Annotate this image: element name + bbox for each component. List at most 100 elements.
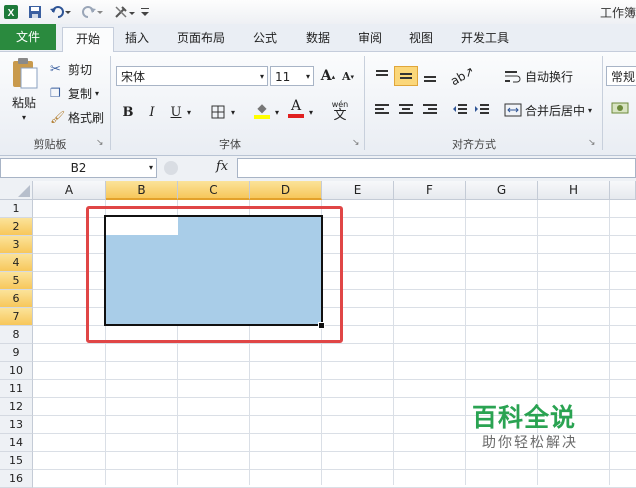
redo-icon[interactable] <box>80 3 104 21</box>
column-header-g[interactable]: G <box>466 181 538 200</box>
align-bottom-button[interactable] <box>420 66 440 86</box>
dialog-launcher-icon[interactable]: ↘ <box>588 138 596 148</box>
fill-color-button[interactable]: ◆ <box>252 100 272 120</box>
row-header-14[interactable]: 14 <box>0 434 33 452</box>
merge-center-label: 合并后居中 <box>525 103 586 118</box>
formula-input[interactable] <box>237 158 636 178</box>
column-header-partial[interactable] <box>610 181 636 200</box>
orientation-button[interactable]: ab↗ <box>449 64 478 89</box>
align-middle-button[interactable] <box>394 66 418 86</box>
ribbon: 粘贴 ▾ ✂ 剪切 ❐ 复制 ▾ 🖌 格式刷 剪贴板 宋体 ▾ 11 ▾ A ▴ … <box>0 52 636 156</box>
underline-dropdown-icon[interactable]: ▾ <box>184 102 194 122</box>
font-grow-button[interactable]: A ▴ <box>318 66 338 86</box>
tab-developer[interactable]: 开发工具 <box>452 27 518 50</box>
row-header-15[interactable]: 15 <box>0 452 33 470</box>
currency-format-button[interactable] <box>610 98 630 118</box>
increase-indent-icon <box>475 104 489 114</box>
customize-icon[interactable] <box>140 3 150 21</box>
tools-icon[interactable] <box>112 3 136 21</box>
row-header-12[interactable]: 12 <box>0 398 33 416</box>
italic-button[interactable]: I <box>142 102 162 122</box>
row-header-5[interactable]: 5 <box>0 272 33 290</box>
row-header-4[interactable]: 4 <box>0 254 33 272</box>
dialog-launcher-icon[interactable]: ↘ <box>352 138 360 148</box>
paste-button[interactable]: 粘贴 ▾ <box>4 56 44 126</box>
watermark: 百科全说 助你轻松解决 <box>452 398 636 456</box>
row-header-8[interactable]: 8 <box>0 326 33 344</box>
copy-icon: ❐ <box>50 86 61 100</box>
tab-insert[interactable]: 插入 <box>116 27 158 50</box>
copy-button[interactable]: ❐ 复制 ▾ <box>50 84 99 102</box>
ribbon-tabs: 文件 开始 插入 页面布局 公式 数据 审阅 视图 开发工具 <box>0 24 636 52</box>
wrap-text-button[interactable]: 自动换行 <box>504 67 573 85</box>
paste-label: 粘贴 <box>11 96 36 110</box>
cut-button[interactable]: ✂ 剪切 <box>50 60 92 78</box>
tab-page-layout[interactable]: 页面布局 <box>170 27 232 50</box>
column-header-b[interactable]: B <box>106 181 178 200</box>
borders-dropdown-icon[interactable]: ▾ <box>228 102 238 122</box>
tab-home[interactable]: 开始 <box>62 27 114 52</box>
column-header-f[interactable]: F <box>394 181 466 200</box>
format-painter-button[interactable]: 🖌 格式刷 <box>50 108 104 126</box>
name-box[interactable]: B2 ▾ <box>0 158 157 178</box>
row-header-6[interactable]: 6 <box>0 290 33 308</box>
row-header-10[interactable]: 10 <box>0 362 33 380</box>
align-center-button[interactable] <box>396 100 416 120</box>
tab-file[interactable]: 文件 <box>0 24 56 50</box>
column-header-h[interactable]: H <box>538 181 610 200</box>
row-header-2[interactable]: 2 <box>0 218 33 236</box>
row-header-16[interactable]: 16 <box>0 470 33 488</box>
font-size-select[interactable]: 11 ▾ <box>270 66 314 86</box>
column-header-d[interactable]: D <box>250 181 322 200</box>
merge-center-button[interactable]: 合并后居中 ▾ <box>504 101 592 119</box>
tab-formulas[interactable]: 公式 <box>244 27 286 50</box>
row-header-13[interactable]: 13 <box>0 416 33 434</box>
column-header-c[interactable]: C <box>178 181 250 200</box>
undo-icon[interactable] <box>48 3 72 21</box>
copy-label: 复制 <box>68 86 93 101</box>
wrap-text-label: 自动换行 <box>525 69 574 84</box>
align-left-button[interactable] <box>372 100 392 120</box>
column-header-a[interactable]: A <box>33 181 106 200</box>
tab-review[interactable]: 审阅 <box>349 27 391 50</box>
tab-view[interactable]: 视图 <box>400 27 442 50</box>
dialog-launcher-icon[interactable]: ↘ <box>96 138 104 148</box>
cell-reference: B2 <box>70 161 87 175</box>
save-icon[interactable] <box>26 3 44 21</box>
align-right-button[interactable] <box>420 100 440 120</box>
row-header-11[interactable]: 11 <box>0 380 33 398</box>
clipboard-group-label: 剪贴板 <box>33 138 67 151</box>
number-format-select[interactable]: 常规 <box>606 66 636 86</box>
phonetic-char: 文 <box>333 107 347 123</box>
tab-data[interactable]: 数据 <box>297 27 339 50</box>
increase-indent-button[interactable] <box>472 100 492 120</box>
font-shrink-button[interactable]: A ▾ <box>338 66 358 86</box>
column-header-e[interactable]: E <box>322 181 394 200</box>
separator <box>110 56 111 150</box>
select-all-corner[interactable] <box>0 181 33 200</box>
phonetic-button[interactable]: wén 文 <box>328 98 352 124</box>
row-gridline <box>33 469 636 470</box>
font-color-button[interactable]: A <box>286 98 306 118</box>
row-header-1[interactable]: 1 <box>0 200 33 218</box>
font-size-value: 11 <box>275 70 291 84</box>
borders-button[interactable] <box>208 102 228 122</box>
align-top-button[interactable] <box>372 66 392 86</box>
decrease-indent-button[interactable] <box>450 100 470 120</box>
row-header-7[interactable]: 7 <box>0 308 33 326</box>
font-shrink-icon: A <box>341 69 351 83</box>
fill-dropdown-icon[interactable]: ▾ <box>272 102 282 122</box>
row-header-9[interactable]: 9 <box>0 344 33 362</box>
underline-button[interactable]: U <box>166 102 186 122</box>
paint-bucket-icon: ◆ <box>257 101 267 115</box>
chevron-down-icon: ▾ <box>259 72 264 81</box>
window-title: 工作簿 <box>599 6 636 20</box>
watermark-subtitle: 助你轻松解决 <box>482 435 578 451</box>
excel-logo-icon[interactable]: X <box>2 3 20 21</box>
bold-button[interactable]: B <box>118 102 138 122</box>
row-header-3[interactable]: 3 <box>0 236 33 254</box>
border-icon <box>211 105 225 119</box>
insert-function-button[interactable]: fx <box>216 159 228 174</box>
font-name-select[interactable]: 宋体 ▾ <box>116 66 268 86</box>
font-color-dropdown-icon[interactable]: ▾ <box>306 102 316 122</box>
